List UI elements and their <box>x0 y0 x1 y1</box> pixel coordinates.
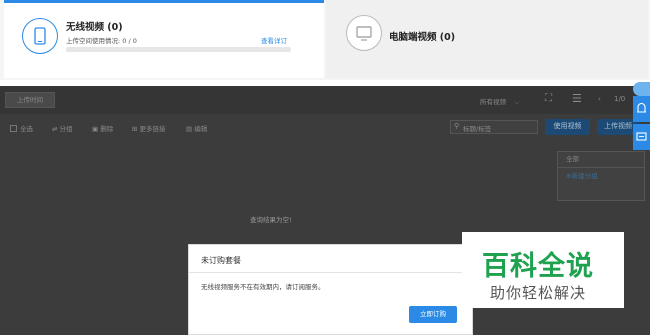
subscribe-now-button[interactable]: 立即订购 <box>409 306 457 323</box>
new-group-link[interactable]: ⊕新建分组 <box>558 168 644 184</box>
link-icon: ⊞ <box>132 125 140 133</box>
empty-result-text: 查询结果为空! <box>250 216 292 224</box>
pc-title: 电脑端视频 (0) <box>389 32 456 43</box>
view-subscription-link[interactable]: 查看详订 <box>261 35 287 45</box>
search-icon: ⚲ <box>454 122 460 130</box>
checkbox-icon <box>10 125 17 132</box>
watermark-main-text: 百科全说 <box>482 251 594 282</box>
usage-progress-bar <box>66 47 291 52</box>
edit-button[interactable]: ▤ 编辑 <box>186 123 207 133</box>
watermark-sub-text: 助你轻松解决 <box>490 284 587 302</box>
edit-icon: ▤ <box>186 125 195 133</box>
subscription-modal: 未订购套餐 无线视频服务不在有效期内，请订阅服务。 立即订购 <box>188 244 473 335</box>
tab-pc-video[interactable]: 电脑端视频 (0) <box>326 0 648 78</box>
share-icon: ⇄ <box>52 125 60 133</box>
list-view-icon[interactable]: ☰ <box>572 92 582 105</box>
group-label: 分组 <box>59 125 73 133</box>
group-panel-header[interactable]: 全部 <box>558 152 644 168</box>
group-button[interactable]: ⇄ 分组 <box>52 123 73 133</box>
wireless-title: 无线视频 (0) <box>66 22 123 33</box>
notification-bell-icon[interactable] <box>633 96 650 122</box>
page-indicator: 1/0 <box>614 95 626 103</box>
select-all-label: 全选 <box>20 125 33 133</box>
more-links-button[interactable]: ⊞ 更多链接 <box>132 123 166 133</box>
monitor-icon <box>346 15 382 51</box>
select-all-checkbox[interactable]: 全选 <box>10 123 33 133</box>
upload-time-tab[interactable]: 上传时间 <box>5 92 55 108</box>
list-header-toolbar: 上传时间 所有视频 ⌵ ⛶ ☰ ‹ 1/0 <box>0 86 650 114</box>
modal-divider <box>189 272 472 273</box>
delete-button[interactable]: ▣ 删除 <box>92 123 113 133</box>
edit-label: 编辑 <box>194 125 208 133</box>
trash-icon: ▣ <box>92 125 101 133</box>
search-placeholder: 标题/标签 <box>463 125 492 133</box>
feedback-bubble-icon[interactable] <box>633 82 650 96</box>
modal-title: 未订购套餐 <box>201 256 241 265</box>
phone-icon <box>22 18 58 54</box>
delete-label: 删除 <box>100 125 114 133</box>
wireless-usage: 上传空间使用情况: 0 / 0 <box>66 37 137 45</box>
chevron-down-icon: ⌵ <box>514 98 520 106</box>
more-links-label: 更多链接 <box>139 125 166 133</box>
video-filter-select[interactable]: 所有视频 ⌵ <box>480 96 519 107</box>
modal-message: 无线视频服务不在有效期内，请订阅服务。 <box>201 283 325 291</box>
watermark-logo: 百科全说 助你轻松解决 <box>462 232 624 308</box>
video-filter-label: 所有视频 <box>480 98 506 106</box>
tab-wireless-video[interactable]: 无线视频 (0) 上传空间使用情况: 0 / 0 查看详订 <box>4 0 324 78</box>
fullscreen-icon[interactable]: ⛶ <box>545 93 552 104</box>
group-panel: 全部 ⊕新建分组 <box>557 151 645 201</box>
use-video-button[interactable]: 使用视频 <box>545 119 590 135</box>
message-icon[interactable] <box>633 124 650 150</box>
video-type-tabs: 无线视频 (0) 上传空间使用情况: 0 / 0 查看详订 电脑端视频 (0) <box>0 0 650 80</box>
search-input[interactable]: ⚲ 标题/标签 <box>450 120 538 134</box>
prev-page-icon[interactable]: ‹ <box>598 95 601 103</box>
